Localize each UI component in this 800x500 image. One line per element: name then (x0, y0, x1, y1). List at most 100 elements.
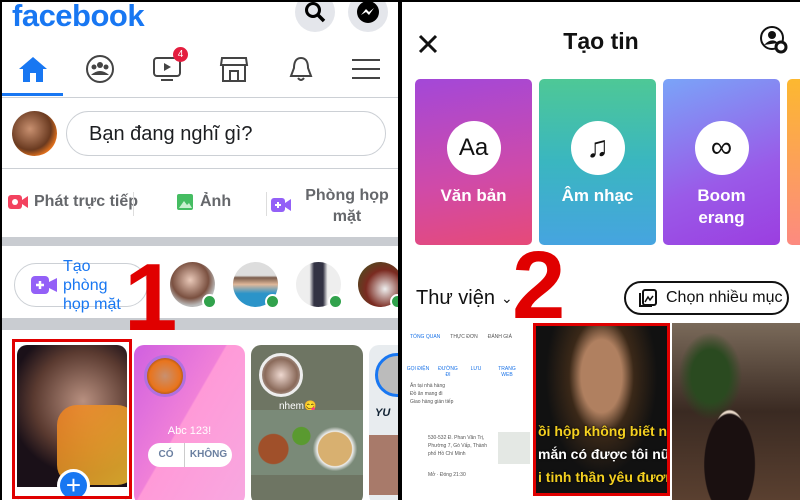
messenger-icon (357, 2, 379, 23)
create-room-label: Tạo phòng họp mặt (63, 257, 121, 313)
poll-question: Abc 123! (167, 425, 212, 437)
gallery-photo-coffee[interactable] (672, 323, 800, 500)
user-settings-icon (760, 26, 788, 54)
step-number: 1 (124, 244, 178, 351)
online-friend[interactable] (233, 262, 280, 309)
online-indicator (265, 294, 280, 309)
map-tab: THỰC ĐƠN (450, 334, 478, 340)
live-video-label: Phát trực tiếp (34, 193, 139, 210)
page-title: Tạo tin (563, 28, 639, 54)
highlight-box (12, 339, 132, 499)
online-friend[interactable] (358, 262, 398, 309)
room-icon (271, 198, 291, 217)
map-address: 530-532 Đ. Phan Văn Trị, Phường 7, Gò Vấ… (428, 435, 488, 457)
select-multiple-button[interactable]: Chọn nhiều mục (624, 281, 789, 315)
music-note-icon: ♫ (570, 121, 625, 175)
tab-watch[interactable]: 4 (149, 47, 188, 86)
watch-badge: 4 (173, 47, 188, 62)
room-button[interactable]: Phòng họp mặt (302, 185, 392, 227)
story-settings-button[interactable] (760, 26, 788, 59)
story-avatar (375, 353, 398, 397)
tab-notifications[interactable] (283, 52, 319, 86)
gallery-photo-meme[interactable]: ồi hộp không biết năm mắn có được tôi nữ… (533, 323, 670, 496)
chevron-down-icon: ⌄ (500, 290, 513, 306)
messenger-button[interactable] (348, 2, 388, 32)
divider (2, 168, 398, 169)
divider (133, 192, 134, 216)
facebook-home-screen: facebook 4 Bạn đang nghĩ gì? Phát trực t… (2, 2, 398, 500)
photo-label: Ảnh (200, 193, 232, 210)
story-text: YU (375, 407, 391, 419)
meme-caption: ồi hộp không biết năm mắn có được tôi nữ… (538, 420, 670, 489)
composer-input[interactable]: Bạn đang nghĩ gì? (66, 111, 386, 156)
map-actions: GỌI ĐIỆN ĐƯỜNG ĐI LƯU TRANG WEB (406, 350, 522, 378)
divider (2, 97, 398, 98)
map-action: TRANG WEB (498, 366, 516, 378)
music-story-label: Âm nhạc (561, 186, 634, 205)
room-icon (31, 276, 57, 294)
search-icon (305, 2, 326, 23)
groups-icon (86, 55, 114, 83)
boomerang-story-card[interactable]: ∞ Boom erang (663, 79, 780, 245)
tab-home[interactable] (15, 52, 51, 86)
infinity-icon: ∞ (694, 121, 749, 175)
home-icon (19, 57, 47, 82)
create-story-screen: Tạo tin Aa Văn bản ♫ Âm nhạc ∞ Boom eran… (402, 2, 800, 500)
photo-icon (177, 194, 193, 210)
facebook-logo: facebook (12, 2, 145, 33)
map-action: LƯU (470, 366, 482, 372)
story-card[interactable]: YU (369, 345, 398, 500)
map-action: ĐƯỜNG ĐI (438, 366, 458, 378)
map-features: Ăn tại nhà hàng Đồ ăn mang đi Giao hàng gi… (410, 382, 453, 406)
map-tabs: TỔNG QUAN THỰC ĐƠN ĐÁNH GIÁ (410, 334, 512, 340)
gallery-photo-map[interactable]: TỔNG QUAN THỰC ĐƠN ĐÁNH GIÁ GỌI ĐIỆN ĐƯỜNG… (402, 322, 530, 500)
map-feature: Ăn tại nhà hàng (410, 383, 446, 389)
music-story-card[interactable]: ♫ Âm nhạc (539, 79, 656, 245)
map-tab: TỔNG QUAN (410, 334, 441, 340)
story-avatar (259, 353, 303, 397)
online-indicator (202, 294, 217, 309)
bell-icon (289, 56, 313, 81)
text-icon: Aa (446, 121, 501, 175)
text-story-card[interactable]: Aa Văn bản (415, 79, 532, 245)
photo-button[interactable]: Ảnh (176, 193, 231, 211)
map-feature: Đồ ăn mang đi (410, 391, 443, 397)
menu-icon (352, 59, 380, 79)
divider (266, 192, 267, 216)
story-avatar (144, 355, 186, 397)
active-tab-indicator (2, 93, 63, 96)
map-feature: Giao hàng gián tiếp (410, 399, 454, 405)
gallery-dropdown[interactable]: Thư viện ⌄ (416, 287, 513, 310)
gallery-label: Thư viện (416, 287, 495, 309)
meme-line: i tinh thần yêu đương (538, 469, 670, 485)
live-video-button[interactable]: Phát trực tiếp (8, 193, 138, 211)
select-multiple-label: Chọn nhiều mục (666, 289, 783, 306)
tab-groups[interactable] (82, 52, 118, 86)
online-friend[interactable] (296, 262, 343, 309)
map-hours: Mở · Đóng 21:30 (428, 472, 466, 478)
online-indicator (390, 294, 398, 309)
multi-photo-icon (639, 289, 657, 307)
poll-no: KHÔNG (189, 449, 228, 460)
tab-marketplace[interactable] (216, 52, 252, 86)
poll-sticker: CÓ KHÔNG (148, 443, 232, 467)
story-photo (369, 435, 398, 495)
live-video-icon (8, 195, 28, 209)
boomerang-story-label: Boom erang (697, 186, 746, 227)
story-card[interactable]: Abc 123! CÓ KHÔNG (134, 345, 245, 500)
user-avatar[interactable] (12, 111, 57, 156)
text-story-label: Văn bản (440, 186, 507, 205)
search-button[interactable] (295, 2, 335, 32)
map-tab: ĐÁNH GIÁ (487, 334, 512, 340)
map-thumbnail (498, 432, 530, 464)
section-separator (2, 237, 398, 246)
step-number: 2 (512, 232, 566, 339)
marketplace-icon (219, 57, 249, 82)
section-separator (2, 318, 398, 330)
tab-menu[interactable] (348, 52, 384, 86)
story-card[interactable]: nhem😋 (251, 345, 363, 500)
online-indicator (328, 294, 343, 309)
map-action: GỌI ĐIỆN (406, 366, 430, 372)
meme-line: ồi hộp không biết năm (538, 423, 668, 439)
story-card-partial[interactable] (787, 79, 800, 245)
